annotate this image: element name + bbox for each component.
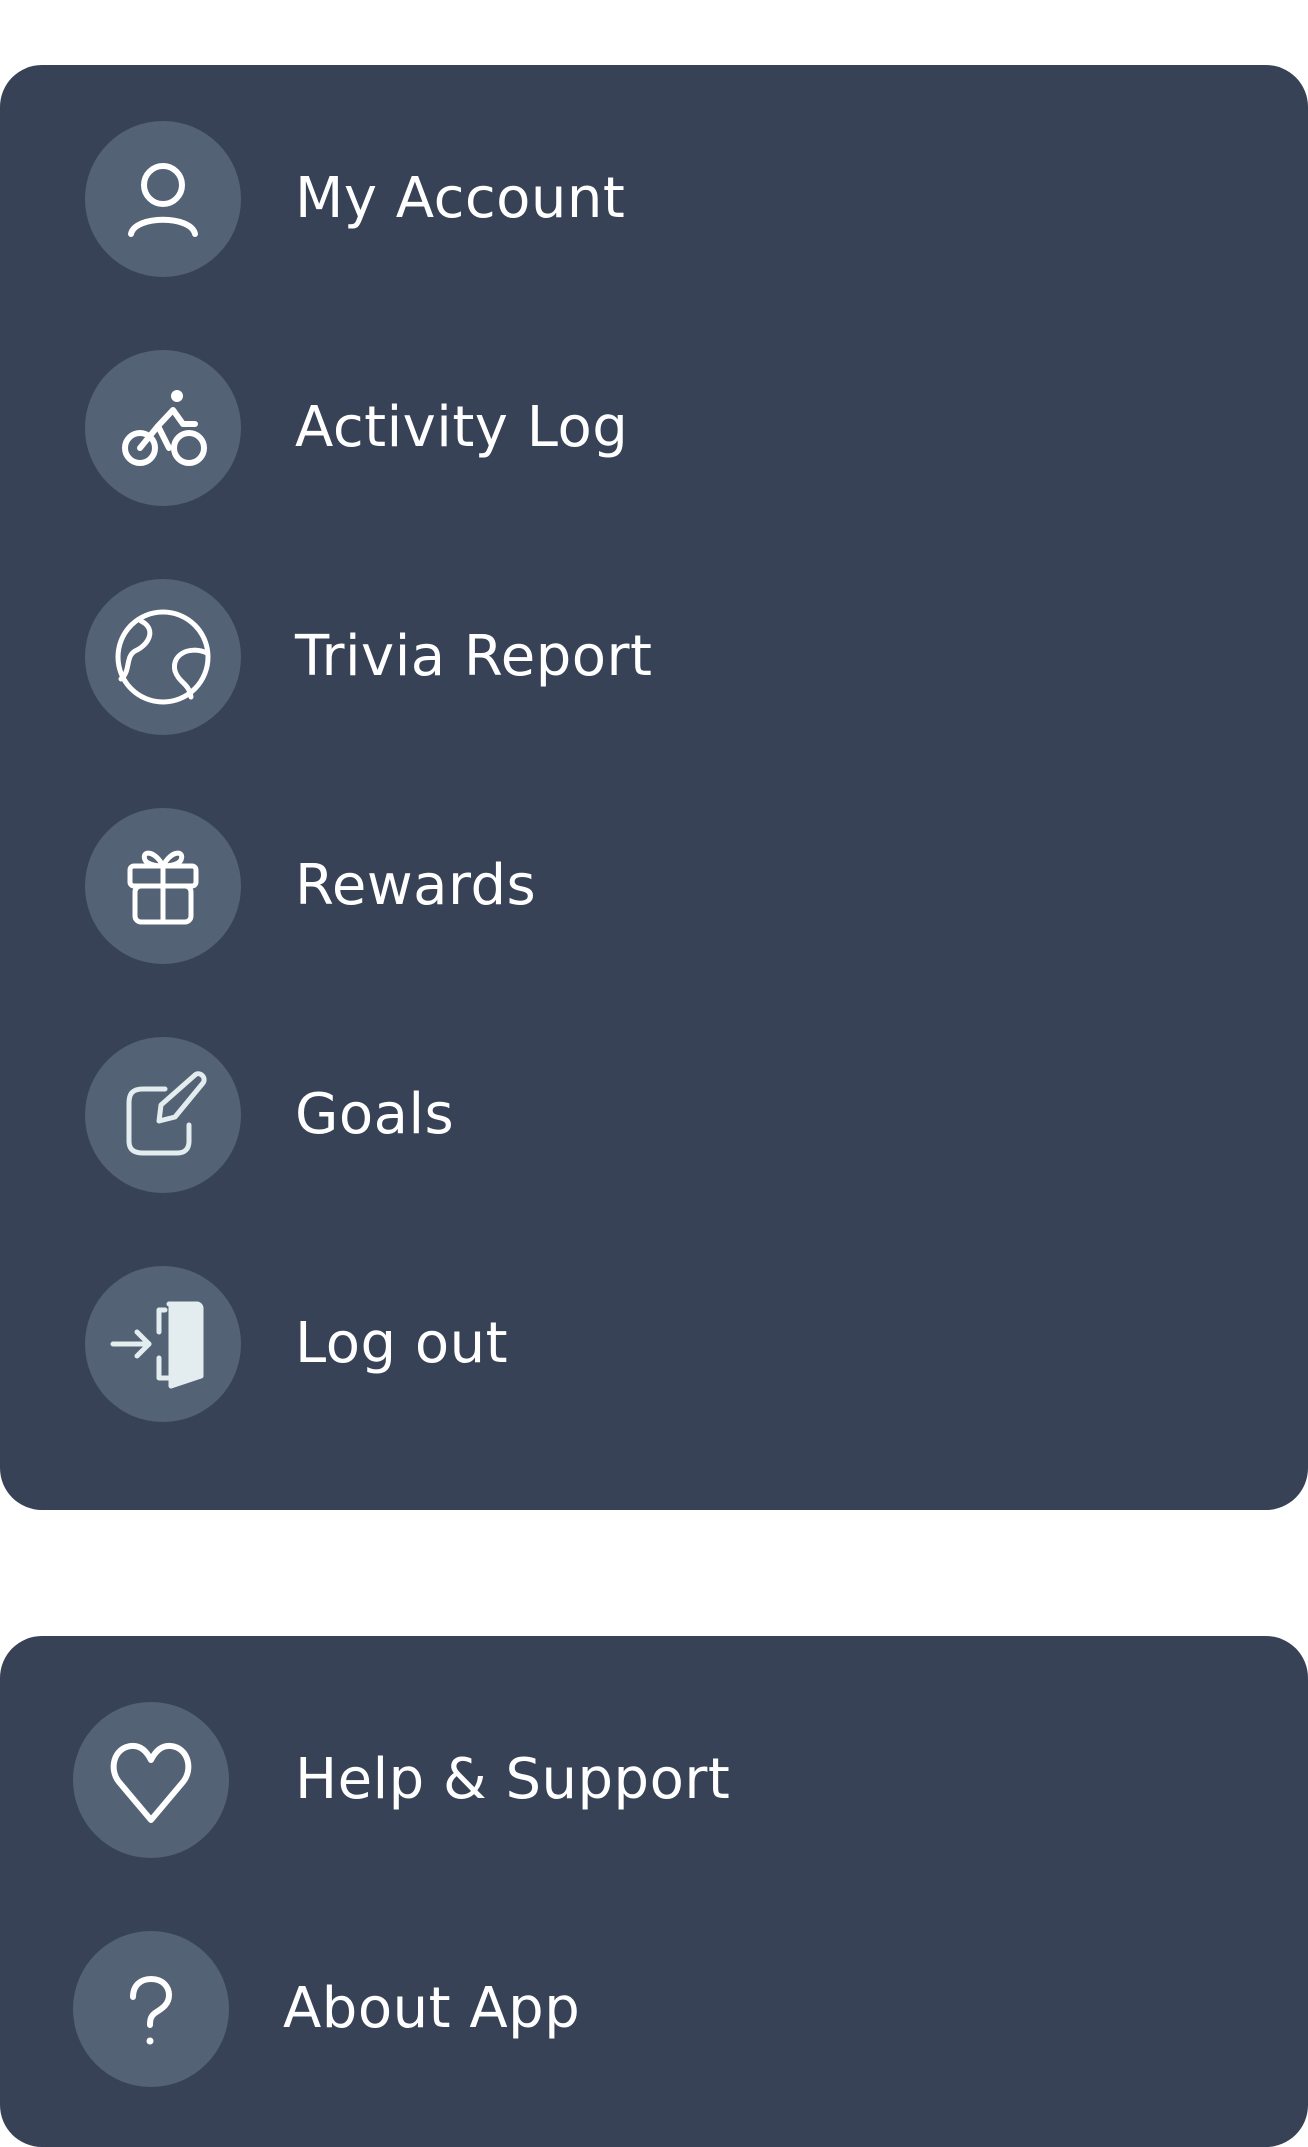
menu-item-goals[interactable]: Goals bbox=[0, 1025, 1308, 1205]
menu-label: Help & Support bbox=[295, 1747, 731, 1812]
menu-label: About App bbox=[283, 1976, 581, 2041]
heart-icon bbox=[73, 1702, 229, 1858]
menu-item-trivia-report[interactable]: Trivia Report bbox=[0, 567, 1308, 747]
menu-label: Activity Log bbox=[295, 395, 629, 460]
question-icon bbox=[73, 1931, 229, 2087]
secondary-menu-panel: Help & Support About App bbox=[0, 1636, 1308, 2147]
menu-item-log-out[interactable]: Log out bbox=[0, 1254, 1308, 1434]
menu-item-my-account[interactable]: My Account bbox=[0, 109, 1308, 289]
menu-label: Trivia Report bbox=[295, 624, 653, 689]
menu-item-help-support[interactable]: Help & Support bbox=[0, 1690, 1308, 1870]
edit-icon bbox=[85, 1037, 241, 1193]
menu-label: Goals bbox=[295, 1082, 455, 1147]
menu-item-about-app[interactable]: About App bbox=[0, 1919, 1308, 2099]
menu-item-activity-log[interactable]: Activity Log bbox=[0, 338, 1308, 518]
menu-label: Log out bbox=[295, 1311, 509, 1376]
menu-label: My Account bbox=[295, 166, 626, 231]
cyclist-icon bbox=[85, 350, 241, 506]
menu-label: Rewards bbox=[295, 853, 537, 918]
globe-icon bbox=[85, 579, 241, 735]
gift-icon bbox=[85, 808, 241, 964]
logout-door-icon bbox=[85, 1266, 241, 1422]
main-menu-panel: My Account Activity Log Trivia Report Re… bbox=[0, 65, 1308, 1510]
menu-item-rewards[interactable]: Rewards bbox=[0, 796, 1308, 976]
user-icon bbox=[85, 121, 241, 277]
